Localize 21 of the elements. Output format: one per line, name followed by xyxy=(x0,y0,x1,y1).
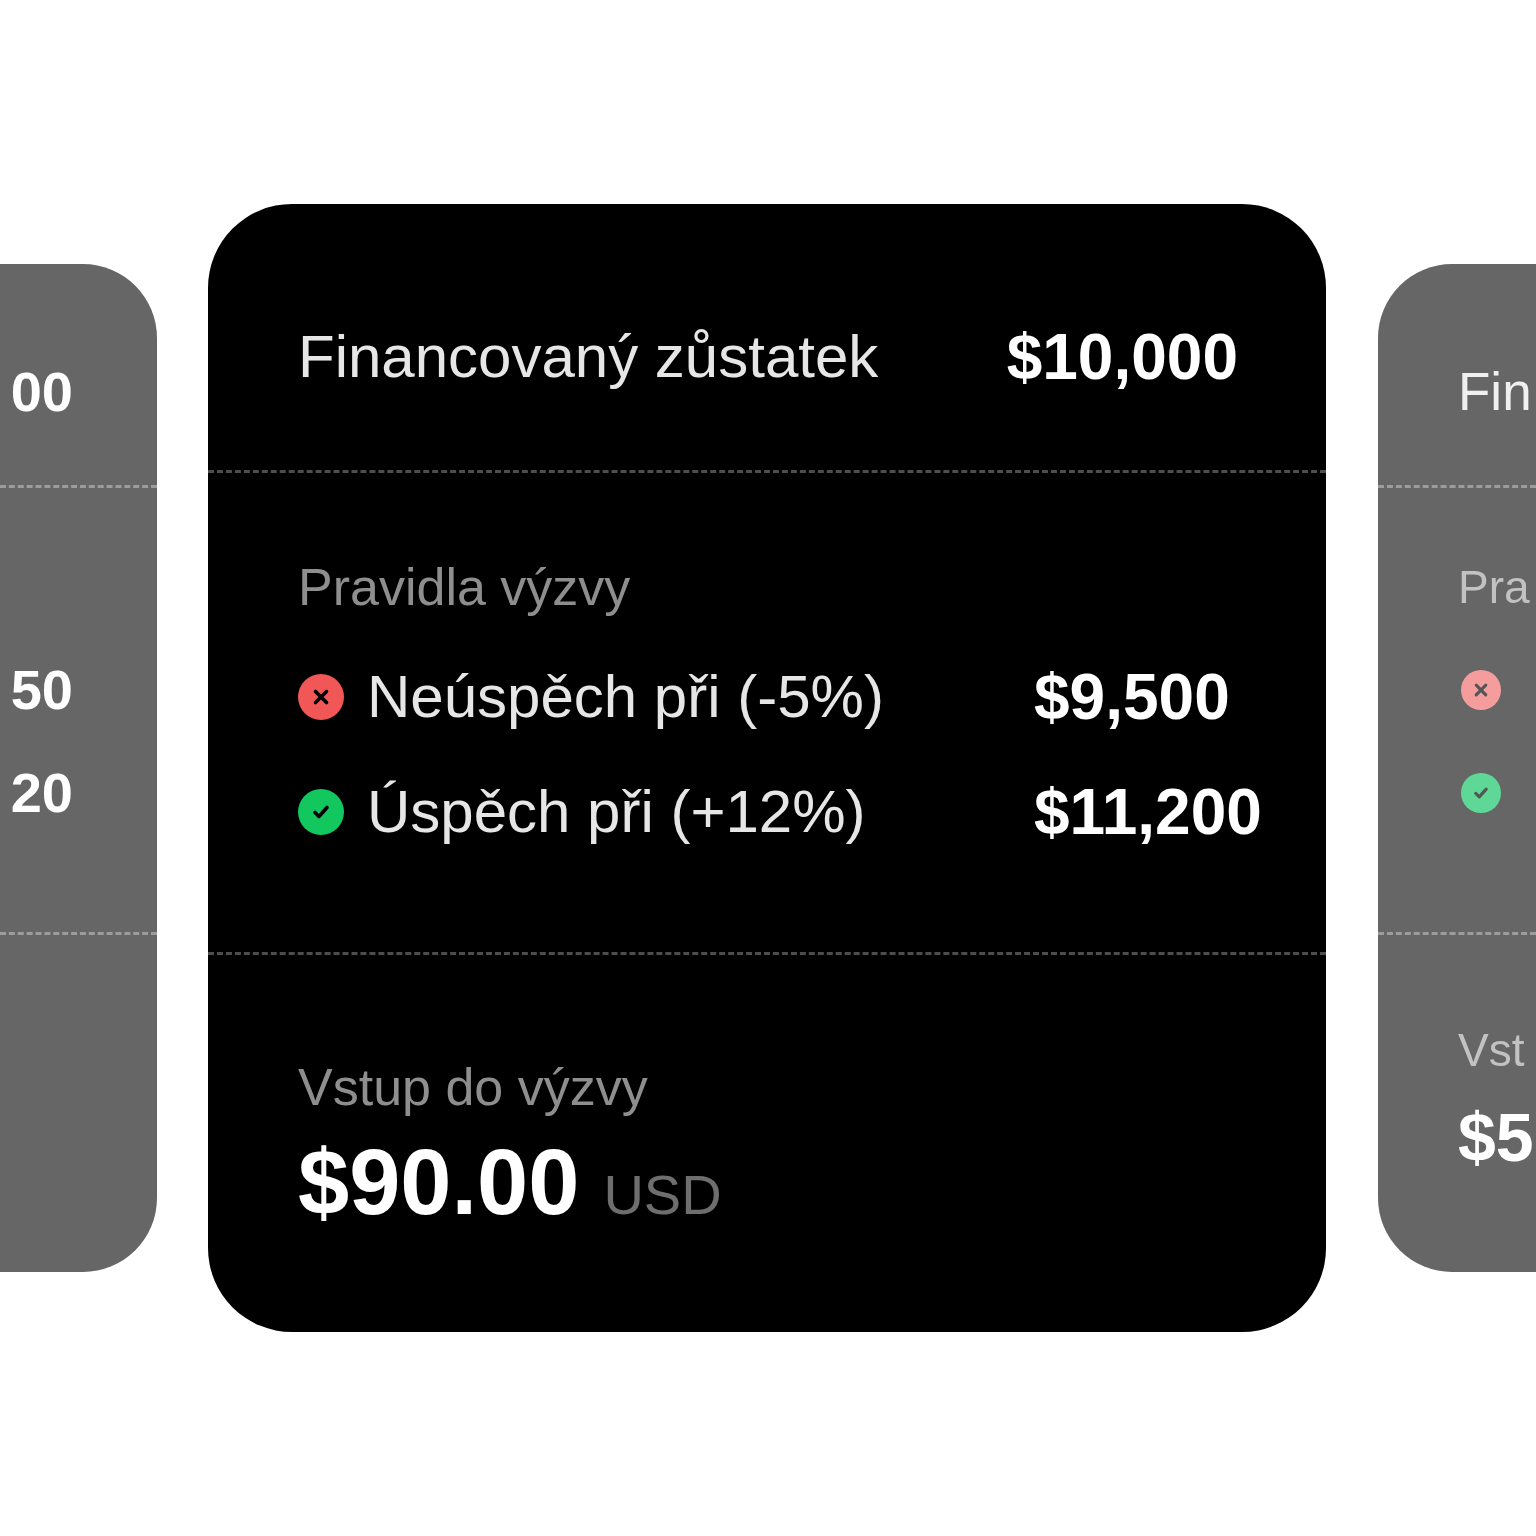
balance-label: Fin xyxy=(1458,361,1532,423)
entry-label: Vstup do výzvy xyxy=(298,1057,648,1118)
rule-value: $11,200 xyxy=(1034,775,1262,850)
balance-value: 00 xyxy=(10,360,73,424)
rules-title: Pra xyxy=(1458,560,1530,615)
entry-label: Vst xyxy=(1458,1023,1525,1078)
check-icon xyxy=(298,789,344,835)
rule-label: Úspěch při (+12%) xyxy=(367,777,866,847)
cross-icon xyxy=(298,674,344,720)
entry-price: $90.00 xyxy=(298,1132,580,1233)
rules-title: Pravidla výzvy xyxy=(298,557,631,618)
balance-label: Financovaný zůstatek xyxy=(298,322,879,392)
currency-label: USD xyxy=(603,1162,722,1228)
rule-value: 50 xyxy=(10,657,73,723)
rule-label: Neúspěch při (-5%) xyxy=(367,662,884,732)
check-icon xyxy=(1461,772,1501,813)
rule-value: $9,500 xyxy=(1034,660,1230,735)
rule-value: 20 xyxy=(10,760,73,826)
cross-icon xyxy=(1461,669,1501,710)
balance-value: $10,000 xyxy=(1006,321,1238,393)
entry-price: $5 xyxy=(1458,1100,1534,1175)
